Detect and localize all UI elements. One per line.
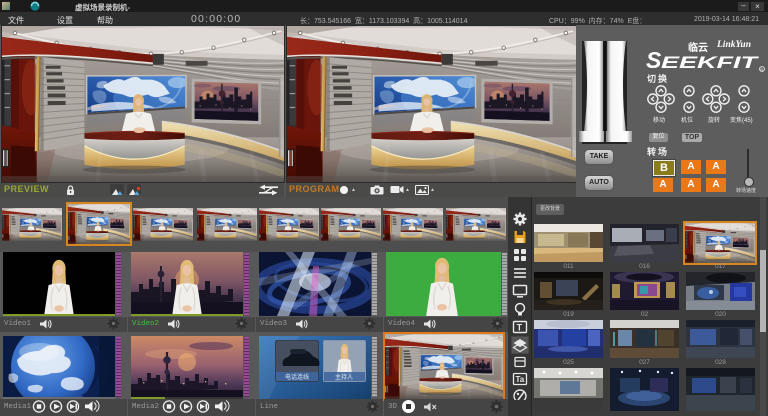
svg-text:主持人: 主持人: [335, 373, 353, 381]
svg-text:R: R: [761, 68, 764, 72]
svg-text:EEKFIT: EEKFIT: [661, 54, 760, 72]
svg-text:S: S: [646, 47, 662, 73]
svg-text:电话连线: 电话连线: [285, 373, 309, 381]
svg-text:T: T: [517, 322, 523, 332]
svg-text:Ta: Ta: [516, 375, 525, 384]
